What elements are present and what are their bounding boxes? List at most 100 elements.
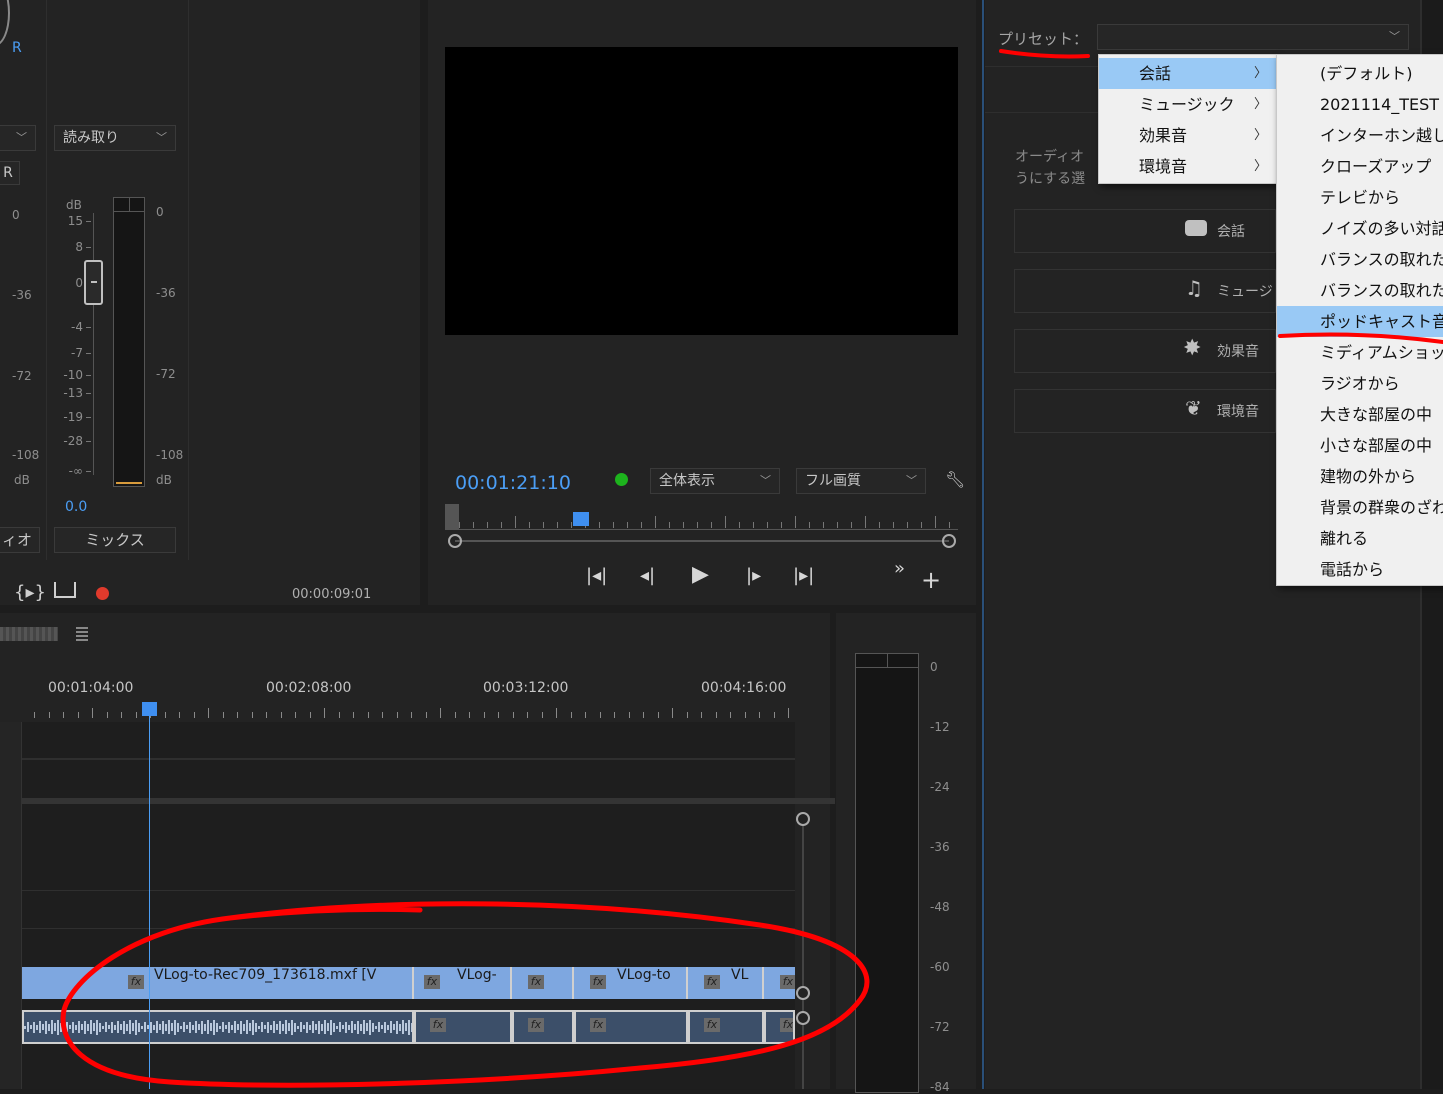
step-back-icon[interactable]: ◂| [640, 565, 655, 586]
playhead-icon[interactable] [573, 512, 589, 526]
left-meter-scale-tick: -36 [12, 288, 32, 302]
master-meter-tick: -84 [930, 1080, 950, 1094]
channel-meter [113, 197, 145, 487]
vertical-divider [46, 0, 47, 560]
audio-clip[interactable]: fx [512, 1010, 574, 1044]
vertical-scrollbar[interactable] [796, 812, 810, 1089]
video-clip[interactable]: fx VL [688, 967, 764, 999]
preset-item[interactable]: (デフォルト) [1277, 58, 1443, 89]
fader-scale-tick: -19 [63, 410, 83, 424]
go-to-in-icon[interactable]: |◂| [586, 565, 607, 586]
preset-item[interactable]: 大きな部屋の中 [1277, 399, 1443, 430]
chevron-right-icon: 〉 [1253, 97, 1267, 112]
menu-item-dialogue[interactable]: 会話〉 [1099, 58, 1277, 89]
monitor-ruler[interactable] [445, 500, 958, 530]
step-forward-icon[interactable]: |▸ [746, 565, 761, 586]
chevron-down-icon: ﹀ [156, 131, 167, 144]
playback-quality-dropdown[interactable]: フル画質 ﹀ [796, 468, 926, 494]
ambience-type-button[interactable]: ❦ 環境音 [1014, 389, 1276, 433]
preset-item[interactable]: 建物の外から [1277, 461, 1443, 492]
ruler-time-3: 00:03:12:00 [483, 680, 569, 696]
fx-badge-icon: fx [430, 1018, 446, 1032]
preset-item[interactable]: クローズアップ [1277, 151, 1443, 182]
menu-item-ambience[interactable]: 環境音〉 [1099, 151, 1277, 182]
sequence-tab[interactable] [0, 627, 58, 641]
add-button-icon[interactable]: + [921, 566, 941, 594]
fader-scale-tick: 8 [75, 240, 83, 254]
preset-item[interactable]: テレビから [1277, 182, 1443, 213]
preset-dropdown[interactable]: ﹀ [1097, 24, 1409, 50]
preset-item[interactable]: 電話から [1277, 554, 1443, 585]
preset-item[interactable]: 離れる [1277, 523, 1443, 554]
master-meter-tick: -72 [930, 1020, 950, 1034]
zoom-scrollbar[interactable] [448, 534, 956, 548]
video-clip[interactable]: fx [512, 967, 574, 999]
preset-item[interactable]: ミディアムショット [1277, 337, 1443, 368]
channel-pan-knob[interactable] [0, 0, 10, 46]
audio-clip[interactable] [22, 1010, 414, 1044]
automation-mode-dropdown-left[interactable]: ﹀ [0, 125, 36, 151]
preset-item[interactable]: 小さな部屋の中 [1277, 430, 1443, 461]
mix-track-button[interactable]: ミックス [54, 527, 176, 553]
chevron-right-icon: 〉 [1253, 128, 1267, 143]
automation-mode-dropdown[interactable]: 読み取り ﹀ [54, 125, 176, 151]
play-icon[interactable]: ▶ [692, 562, 709, 587]
music-type-button[interactable]: ♫ ミュージ [1014, 269, 1276, 313]
menu-item-sfx[interactable]: 効果音〉 [1099, 120, 1277, 151]
volume-value[interactable]: 0.0 [65, 499, 87, 515]
preset-item[interactable]: インターホン越し [1277, 120, 1443, 151]
audio-clip[interactable]: fx [414, 1010, 512, 1044]
timeline-ruler[interactable] [0, 700, 800, 722]
fader-scale-tick: -10 [63, 368, 83, 382]
record-icon[interactable] [96, 587, 109, 600]
preset-item[interactable]: ノイズの多い対話 [1277, 213, 1443, 244]
fader-scale-tick: -4 [71, 320, 83, 334]
meter-scale-tick: -36 [156, 286, 176, 300]
audio-mixer-panel: R ﹀ 読み取り ﹀ R 0 -36 -72 -108 dB dB 15 8 0 -4 -7 -1… [0, 0, 420, 605]
video-clip[interactable]: fx VLog-to-Rec709_173618.mxf [V [22, 967, 414, 999]
master-meter-tick: -60 [930, 960, 950, 974]
program-timecode[interactable]: 00:01:21:10 [455, 472, 571, 494]
preset-item[interactable]: バランスの取れた男 [1277, 275, 1443, 306]
record-arm-r-button[interactable]: R [0, 161, 20, 185]
preset-item[interactable]: 2021114_TEST [1277, 89, 1443, 120]
preset-item[interactable]: ポッドキャスト音声 [1277, 306, 1443, 337]
audio-clip[interactable]: fx [688, 1010, 764, 1044]
menu-item-music[interactable]: ミュージック〉 [1099, 89, 1277, 120]
ruler-time-1: 00:01:04:00 [48, 680, 134, 696]
playhead-icon[interactable] [142, 702, 157, 716]
fader-scale-tick: -28 [63, 434, 83, 448]
zoom-level-dropdown[interactable]: 全体表示 ﹀ [650, 468, 780, 494]
fx-badge-icon: fx [128, 975, 144, 989]
audio-track-label-button[interactable]: ィオ [0, 527, 40, 553]
sfx-label: 効果音 [1217, 344, 1259, 360]
go-to-out-icon[interactable]: |▸| [793, 565, 814, 586]
db-unit-label: dB [66, 198, 82, 212]
video-clip[interactable]: fx [764, 967, 795, 999]
sfx-type-button[interactable]: ✸ 効果音 [1014, 329, 1276, 373]
wrench-icon[interactable]: 🔧︎ [945, 470, 965, 489]
preset-item[interactable]: 背景の群衆のざわ [1277, 492, 1443, 523]
fader-scale-tick: 15 [67, 214, 83, 228]
more-controls-icon[interactable]: » [894, 558, 905, 579]
export-icon[interactable] [54, 582, 76, 598]
volume-fader-handle[interactable] [84, 260, 103, 305]
timeline-playhead[interactable] [149, 702, 150, 1089]
db-unit-label: dB [14, 473, 30, 487]
preset-item[interactable]: バランスの取れた女 [1277, 244, 1443, 275]
playback-quality-value: フル画質 [805, 473, 861, 489]
video-clip[interactable]: fx VLog- [414, 967, 512, 999]
clip-label: VLog-to [617, 967, 671, 983]
ruler-time-2: 00:02:08:00 [266, 680, 352, 696]
audio-meters-panel: 0 -12 -24 -36 -48 -60 -72 -84 [836, 613, 976, 1094]
vertical-divider [188, 0, 189, 560]
audio-clip[interactable]: fx [764, 1010, 795, 1044]
meter-scale-tick: 0 [156, 205, 164, 219]
video-clip[interactable]: fx VLog-to [574, 967, 688, 999]
audio-clip[interactable]: fx [574, 1010, 688, 1044]
tab-menu-icon[interactable] [76, 627, 88, 641]
description-line-1: オーディオ [1015, 149, 1085, 165]
preset-item[interactable]: ラジオから [1277, 368, 1443, 399]
loop-icon[interactable]: {▸} [14, 582, 46, 603]
dialogue-type-button[interactable]: 会話 [1014, 209, 1276, 253]
